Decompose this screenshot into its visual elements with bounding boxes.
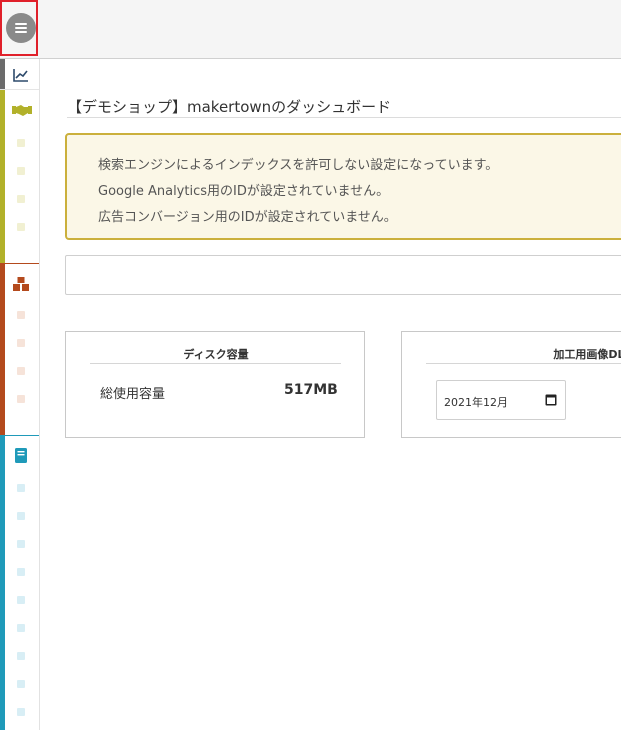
sidebar-item[interactable] [17,223,25,231]
sidebar-item[interactable] [17,484,25,492]
top-bar [0,0,621,59]
sidebar-section-sales [0,90,39,263]
sidebar-item[interactable] [17,568,25,576]
alert-message: 検索エンジンによるインデックスを許可しない設定になっています。 [98,158,499,173]
sidebar-item[interactable] [17,680,25,688]
image-download-card: 加工用画像DL数 2021年12月 [401,331,621,438]
sidebar-item[interactable] [17,596,25,604]
warning-alert: 検索エンジンによるインデックスを許可しない設定になっています。 Google A… [65,133,621,240]
sidebar-item[interactable] [17,652,25,660]
month-picker-value: 2021年12月 [444,396,508,409]
total-usage-label: 総使用容量 [100,387,166,402]
sidebar-item[interactable] [17,311,25,319]
card-title: ディスク容量 [183,348,249,361]
sidebar-section-inventory [0,264,39,435]
sidebar-section-analytics[interactable] [0,59,39,89]
sidebar-item[interactable] [17,339,25,347]
sidebar-item[interactable] [17,512,25,520]
main-content: 【デモショップ】makertownのダッシュボード 検索エンジンによるインデック… [65,59,621,730]
card-divider [90,363,341,364]
alert-message: 広告コンバージョン用のIDが設定されていません。 [98,210,397,225]
card-divider [426,363,621,364]
empty-panel [65,255,621,295]
sidebar-item[interactable] [17,139,25,147]
total-usage-value: 517MB [284,382,338,398]
sidebar-item[interactable] [17,624,25,632]
menu-button[interactable] [0,0,38,56]
sidebar-item[interactable] [17,540,25,548]
chart-line-icon [13,69,28,82]
sidebar [0,59,40,730]
calendar-icon[interactable] [545,393,557,406]
hamburger-menu-icon [6,13,36,43]
alert-message: Google Analytics用のIDが設定されていません。 [98,184,390,199]
sidebar-item[interactable] [17,708,25,716]
page-title: 【デモショップ】makertownのダッシュボード [67,98,392,116]
book-icon[interactable] [14,447,28,464]
sidebar-section-catalog [0,436,39,730]
title-divider [67,117,621,118]
sidebar-item[interactable] [17,195,25,203]
sidebar-item[interactable] [17,167,25,175]
card-title: 加工用画像DL数 [553,348,621,361]
sidebar-item[interactable] [17,395,25,403]
boxes-icon[interactable] [12,276,32,292]
sidebar-item[interactable] [17,367,25,375]
handshake-icon[interactable] [11,102,33,118]
disk-usage-card: ディスク容量 総使用容量 517MB [65,331,365,438]
month-picker-input[interactable]: 2021年12月 [436,380,566,420]
